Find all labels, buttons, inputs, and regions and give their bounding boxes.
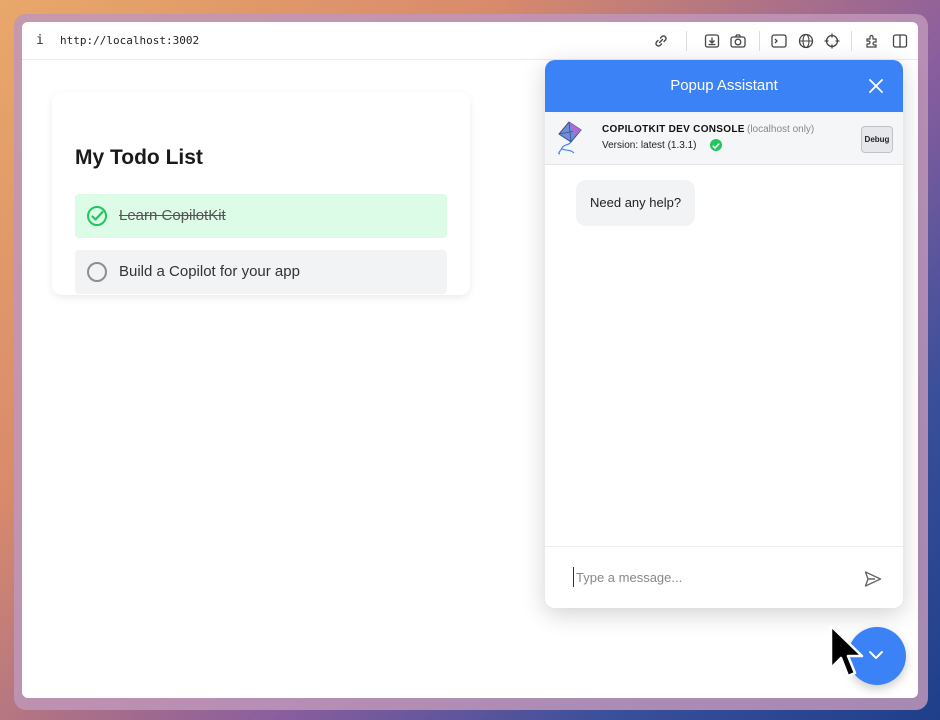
- todo-item-text: Build a Copilot for your app: [119, 263, 300, 280]
- terminal-icon[interactable]: [770, 32, 788, 50]
- chevron-down-icon: [869, 651, 883, 659]
- toolbar-divider: [759, 31, 760, 51]
- extension-icon[interactable]: [864, 32, 882, 50]
- todo-item-text: Learn CopilotKit: [119, 207, 226, 224]
- popup-header: Popup Assistant: [545, 60, 903, 112]
- download-icon[interactable]: [703, 32, 721, 50]
- popup-title: Popup Assistant: [670, 77, 778, 94]
- crosshair-icon[interactable]: [823, 32, 841, 50]
- info-icon[interactable]: i: [36, 33, 48, 49]
- send-icon[interactable]: [863, 569, 883, 589]
- assistant-message: Need any help?: [576, 180, 696, 226]
- dev-console-host-note: (localhost only): [747, 124, 815, 135]
- camera-icon[interactable]: [729, 32, 747, 50]
- close-icon[interactable]: [867, 77, 885, 95]
- todo-item-done[interactable]: Learn CopilotKit: [75, 194, 447, 238]
- dev-console-title: COPILOTKIT DEV CONSOLE: [602, 124, 745, 135]
- message-input[interactable]: [573, 567, 853, 587]
- message-input-area: [545, 546, 903, 608]
- sidebar-icon[interactable]: [891, 32, 909, 50]
- version-ok-icon: [710, 139, 722, 151]
- browser-toolbar: i http://localhost:3002: [22, 22, 918, 60]
- debug-button[interactable]: Debug: [861, 126, 893, 153]
- mouse-cursor-icon: [829, 624, 864, 678]
- todo-item-open[interactable]: Build a Copilot for your app: [75, 250, 447, 294]
- toolbar-divider: [686, 31, 687, 51]
- empty-circle-icon[interactable]: [86, 261, 108, 283]
- todo-title: My Todo List: [75, 146, 203, 169]
- globe-icon[interactable]: [797, 32, 815, 50]
- kite-logo-icon: [558, 121, 582, 155]
- toolbar-divider: [851, 31, 852, 51]
- url-bar[interactable]: http://localhost:3002: [60, 34, 199, 47]
- popup-assistant: Popup Assistant COPILOTKIT DEV CONSOLE (…: [545, 60, 903, 608]
- check-circle-icon[interactable]: [86, 205, 108, 227]
- link-icon[interactable]: [652, 32, 670, 50]
- dev-console-version: Version: latest (1.3.1): [602, 140, 697, 151]
- dev-console-bar: COPILOTKIT DEV CONSOLE (localhost only) …: [545, 112, 903, 165]
